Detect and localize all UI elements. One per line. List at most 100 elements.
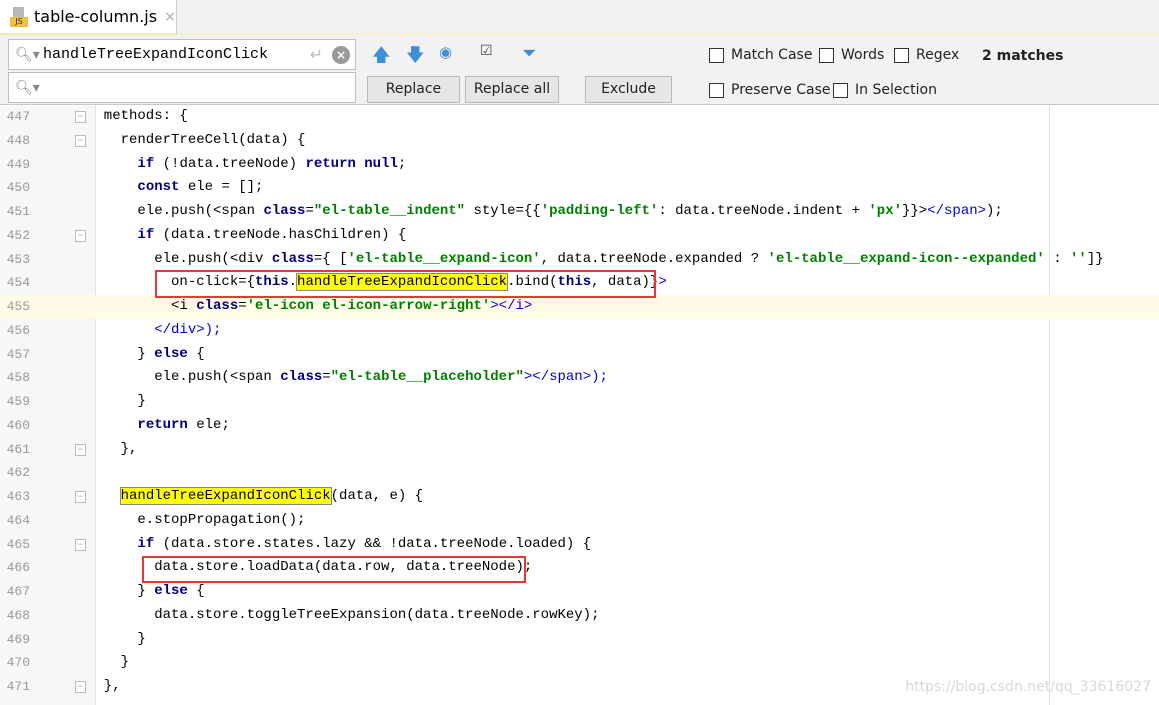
- code-line[interactable]: 465 − if (data.store.states.lazy && !data…: [0, 533, 1159, 557]
- code-token: </span>: [927, 203, 987, 219]
- code-token: },: [87, 440, 138, 457]
- code-token: );: [204, 321, 222, 338]
- code-token: {: [187, 345, 205, 362]
- code-line[interactable]: 450 const ele = [];: [0, 176, 1159, 200]
- code-text: } else {: [87, 343, 205, 367]
- words-checkbox[interactable]: Words: [819, 47, 884, 63]
- search-match-highlight: handleTreeExpandIconClick: [119, 487, 332, 505]
- search-icon[interactable]: 🔍︎▾: [15, 47, 43, 63]
- code-token: },: [87, 678, 121, 694]
- code-token: 'el-table__expand-icon': [347, 250, 541, 267]
- code-line[interactable]: 448 − renderTreeCell(data) {: [0, 129, 1159, 153]
- line-number: 467: [6, 584, 30, 599]
- tab-table-column-js[interactable]: JS table-column.js ×: [0, 0, 177, 35]
- code-line[interactable]: 467 } else {: [0, 580, 1159, 604]
- fold-marker-icon[interactable]: −: [75, 681, 86, 693]
- fold-marker-icon[interactable]: −: [75, 443, 86, 456]
- fold-marker-icon[interactable]: −: [75, 134, 86, 147]
- enter-icon: ↵: [309, 45, 323, 64]
- code-token: : data.treeNode.indent +: [658, 203, 869, 219]
- line-number: 454: [6, 275, 30, 291]
- line-number: 451: [6, 204, 30, 219]
- select-all-occurrences-icon[interactable]: ◉: [439, 43, 452, 61]
- code-line[interactable]: 455 <i class='el-icon el-icon-arrow-righ…: [0, 295, 1159, 319]
- code-line[interactable]: 451 ele.push(<span class="el-table__inde…: [0, 200, 1159, 224]
- code-token: ={ [: [313, 250, 348, 267]
- clear-icon[interactable]: ×: [332, 45, 350, 64]
- line-number: 460: [6, 417, 30, 433]
- code-text: <i class='el-icon el-icon-arrow-right'><…: [87, 295, 532, 319]
- code-editor[interactable]: 447 − methods: {448 − renderTreeCell(data)…: [0, 105, 1159, 699]
- line-number: 464: [6, 512, 30, 528]
- search-icon[interactable]: 🔍︎▾: [15, 80, 43, 96]
- code-line[interactable]: 468 data.store.toggleTreeExpansion(data.…: [0, 604, 1159, 628]
- fold-marker-icon[interactable]: −: [75, 229, 86, 242]
- code-token: ele = [];: [179, 179, 264, 196]
- code-text: renderTreeCell(data) {: [87, 129, 306, 153]
- code-token: if: [137, 535, 155, 552]
- code-text: return ele;: [87, 414, 229, 438]
- code-token: class: [263, 203, 306, 219]
- code-text: data.store.toggleTreeExpansion(data.tree…: [87, 604, 599, 628]
- preserve-case-checkbox[interactable]: Preserve Case: [709, 82, 831, 98]
- line-number: 462: [6, 465, 30, 481]
- in-selection-checkbox[interactable]: In Selection: [833, 82, 937, 98]
- previous-occurrence-icon[interactable]: 🡅: [372, 43, 391, 73]
- code-text: handleTreeExpandIconClick(data, e) {: [87, 485, 423, 509]
- code-token: :: [1044, 250, 1071, 267]
- code-token: if: [137, 226, 155, 243]
- code-text: },: [87, 438, 138, 462]
- code-line[interactable]: 470 }: [0, 651, 1159, 675]
- line-number: 458: [6, 370, 30, 386]
- exclude-button[interactable]: Exclude: [585, 76, 672, 103]
- replace-input[interactable]: 🔍︎▾: [8, 72, 356, 103]
- next-occurrence-icon[interactable]: 🡇: [406, 43, 425, 73]
- code-token: 'el-table__expand-icon--expanded': [767, 250, 1045, 267]
- regex-checkbox[interactable]: Regex: [894, 47, 959, 63]
- line-number: 450: [6, 180, 30, 196]
- match-case-checkbox[interactable]: Match Case: [709, 47, 812, 63]
- code-line[interactable]: 459 }: [0, 390, 1159, 414]
- code-line[interactable]: 457 } else {: [0, 343, 1159, 367]
- code-line[interactable]: 449 if (!data.treeNode) return null;: [0, 153, 1159, 177]
- code-line[interactable]: 469 }: [0, 628, 1159, 652]
- code-line[interactable]: 452 − if (data.treeNode.hasChildren) {: [0, 224, 1159, 248]
- search-input[interactable]: 🔍︎▾ handleTreeExpandIconClick ↵ ×: [8, 39, 356, 70]
- code-line[interactable]: 456 </div>);: [0, 319, 1159, 343]
- annotation-box-loaddata: [142, 556, 526, 583]
- code-token: =: [322, 369, 331, 386]
- code-token: }}>: [902, 203, 928, 219]
- code-line[interactable]: 464 e.stopPropagation();: [0, 509, 1159, 533]
- line-number: 452: [6, 227, 30, 243]
- line-number: 463: [6, 489, 30, 504]
- line-number: 447: [6, 109, 30, 124]
- fold-marker-icon[interactable]: −: [75, 538, 86, 551]
- code-token: else: [154, 583, 188, 599]
- fold-marker-icon[interactable]: −: [75, 111, 86, 123]
- code-line[interactable]: 460 return ele;: [0, 414, 1159, 438]
- line-number: 459: [6, 394, 30, 409]
- code-line[interactable]: 453 ele.push(<div class={ ['el-table__ex…: [0, 248, 1159, 272]
- code-line[interactable]: 463 − handleTreeExpandIconClick(data, e) …: [0, 485, 1159, 509]
- code-line[interactable]: 461 − },: [0, 438, 1159, 462]
- code-line[interactable]: 458 ele.push(<span class="el-table__plac…: [0, 366, 1159, 390]
- filter-icon[interactable]: ⏷: [522, 43, 536, 64]
- code-token: >: [658, 274, 667, 291]
- code-line[interactable]: 462: [0, 461, 1159, 485]
- line-number: 456: [6, 322, 30, 338]
- add-selection-icon[interactable]: ☑: [480, 43, 493, 59]
- code-text: ele.push(<span class="el-table__indent" …: [87, 200, 1002, 224]
- close-tab-icon[interactable]: ×: [164, 9, 176, 25]
- code-token: class: [196, 298, 239, 314]
- fold-marker-icon[interactable]: −: [75, 491, 86, 503]
- replace-button[interactable]: Replace: [367, 76, 460, 103]
- editor-tab-bar: JS table-column.js ×: [0, 0, 1159, 35]
- code-token: {: [187, 583, 205, 599]
- code-line[interactable]: 447 − methods: {: [0, 105, 1159, 129]
- replace-all-button[interactable]: Replace all: [465, 76, 559, 103]
